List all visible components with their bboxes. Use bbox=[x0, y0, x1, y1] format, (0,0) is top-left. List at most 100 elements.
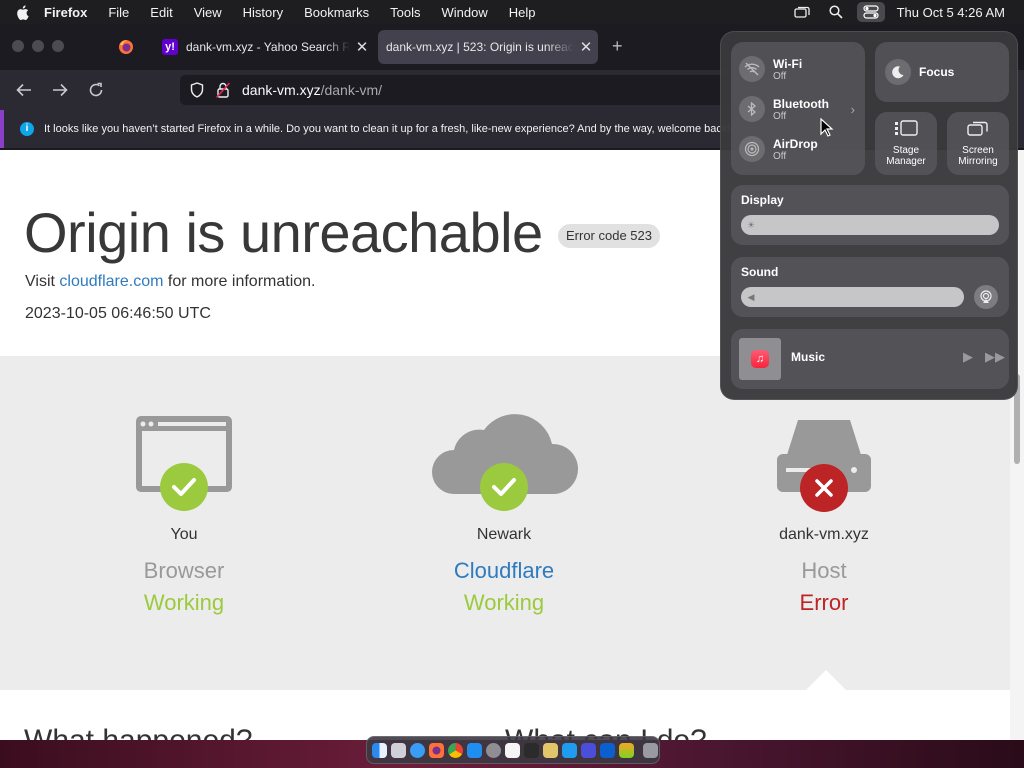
airdrop-label: AirDrop bbox=[773, 136, 818, 151]
close-tab-icon[interactable]: ✕ bbox=[350, 38, 374, 56]
vscode-icon[interactable] bbox=[562, 742, 577, 758]
play-icon[interactable]: ▶ bbox=[963, 349, 973, 365]
screen-mirroring-tile[interactable]: Screen Mirroring bbox=[947, 112, 1009, 175]
trash-icon[interactable] bbox=[643, 742, 658, 758]
what-happened-heading: What happened? bbox=[24, 724, 253, 740]
sound-label: Sound bbox=[741, 265, 779, 279]
airplay-audio-icon[interactable] bbox=[974, 285, 998, 309]
menu-view[interactable]: View bbox=[194, 5, 222, 20]
window-minimize-button[interactable] bbox=[32, 40, 44, 52]
music-app-icon[interactable]: ♫ bbox=[739, 338, 781, 380]
info-icon: i bbox=[20, 122, 34, 136]
now-playing-panel: ♫ Music ▶ ▶▶ bbox=[731, 329, 1009, 389]
menu-window[interactable]: Window bbox=[442, 5, 488, 20]
menu-edit[interactable]: Edit bbox=[150, 5, 172, 20]
menu-file[interactable]: File bbox=[108, 5, 129, 20]
tab-yahoo-search[interactable]: y! dank-vm.xyz - Yahoo Search Re ✕ bbox=[152, 30, 374, 64]
menu-bar: Firefox File Edit View History Bookmarks… bbox=[0, 0, 1024, 24]
firefox-icon[interactable] bbox=[429, 742, 444, 758]
window-zoom-button[interactable] bbox=[52, 40, 64, 52]
status-kind: Browser bbox=[143, 558, 225, 583]
stage-manager-icon bbox=[875, 120, 937, 136]
new-tab-button[interactable]: + bbox=[612, 36, 623, 57]
screen-mirroring-label: Screen Mirroring bbox=[958, 145, 998, 167]
menu-history[interactable]: History bbox=[243, 5, 283, 20]
speaker-icon: ◀ bbox=[747, 291, 755, 302]
launchpad-icon[interactable] bbox=[391, 742, 406, 758]
yahoo-icon: y! bbox=[162, 39, 178, 55]
chevron-right-icon[interactable]: › bbox=[851, 102, 855, 117]
page-title: Origin is unreachable bbox=[24, 201, 543, 264]
status-location: Newark bbox=[476, 526, 532, 543]
status-host: dank-vm.xyz Host Error bbox=[704, 412, 944, 616]
brightness-slider[interactable]: ☀ bbox=[741, 215, 999, 235]
stage-manager-tile[interactable]: Stage Manager bbox=[875, 112, 937, 175]
apple-menu-icon[interactable] bbox=[0, 4, 44, 20]
volume-slider[interactable]: ◀ bbox=[741, 287, 964, 307]
status-cloudflare: Newark Cloudflare Working bbox=[384, 412, 624, 616]
notification-message: It looks like you haven’t started Firefo… bbox=[44, 123, 731, 135]
app-store-icon[interactable] bbox=[467, 742, 482, 758]
tracking-protection-shield-icon[interactable] bbox=[188, 81, 206, 99]
insecure-lock-icon[interactable] bbox=[214, 81, 232, 99]
system-settings-icon[interactable] bbox=[486, 742, 501, 758]
music-label: Music bbox=[791, 350, 826, 364]
status-browser: You Browser Working bbox=[64, 412, 304, 616]
brush-icon[interactable] bbox=[543, 742, 558, 758]
airdrop-toggle[interactable]: AirDrop Off bbox=[739, 136, 818, 162]
visit-line: Visit cloudflare.com for more informatio… bbox=[25, 273, 316, 291]
stage-manager-label: Stage Manager bbox=[886, 145, 926, 167]
reload-icon[interactable] bbox=[86, 80, 106, 100]
url-host: dank-vm.xyz bbox=[242, 82, 321, 98]
tab-origin-unreachable[interactable]: dank-vm.xyz | 523: Origin is unreach ✕ bbox=[378, 30, 598, 64]
chrome-icon[interactable] bbox=[448, 742, 463, 758]
fast-forward-icon[interactable]: ▶▶ bbox=[985, 349, 1005, 365]
tab-title: dank-vm.xyz - Yahoo Search Re bbox=[186, 40, 350, 54]
textedit-icon[interactable] bbox=[505, 742, 520, 758]
sun-icon: ☀ bbox=[746, 219, 756, 230]
window-close-button[interactable] bbox=[12, 40, 24, 52]
control-center-icon[interactable] bbox=[856, 2, 885, 22]
cloudflare-link[interactable]: cloudflare.com bbox=[59, 273, 163, 290]
menu-tools[interactable]: Tools bbox=[390, 5, 420, 20]
pointer-notch bbox=[806, 670, 846, 690]
wifi-toggle[interactable]: Wi-Fi Off bbox=[739, 56, 802, 82]
error-code-badge: Error code 523 bbox=[558, 224, 660, 248]
sound-panel: Sound ◀ bbox=[731, 257, 1009, 317]
menu-clock[interactable]: Thu Oct 5 4:26 AM bbox=[897, 5, 1005, 20]
status-state: Working bbox=[463, 590, 545, 615]
utility-app-icon[interactable] bbox=[619, 742, 634, 758]
visual-studio-icon[interactable] bbox=[581, 742, 596, 758]
url-path: /dank-vm/ bbox=[320, 82, 383, 98]
screen-mirroring-icon bbox=[947, 120, 1009, 136]
screen-mirroring-status-icon[interactable] bbox=[785, 0, 819, 24]
focus-tile[interactable]: Focus bbox=[875, 42, 1009, 102]
status-state: Error bbox=[799, 590, 849, 615]
server-icon bbox=[777, 420, 871, 512]
status-location: You bbox=[170, 526, 198, 543]
onedrive-icon[interactable] bbox=[600, 742, 615, 758]
error-timestamp: 2023-10-05 06:46:50 UTC bbox=[25, 305, 211, 322]
status-kind[interactable]: Cloudflare bbox=[384, 558, 624, 584]
visit-suffix: for more information. bbox=[163, 273, 316, 290]
back-arrow-icon[interactable] bbox=[14, 80, 34, 100]
finder-icon[interactable] bbox=[372, 742, 387, 758]
menu-help[interactable]: Help bbox=[509, 5, 536, 20]
bluetooth-icon[interactable] bbox=[739, 96, 765, 122]
menu-app-name[interactable]: Firefox bbox=[44, 5, 87, 20]
bluetooth-label: Bluetooth bbox=[773, 96, 829, 111]
close-tab-icon[interactable]: ✕ bbox=[574, 38, 598, 56]
airdrop-icon[interactable] bbox=[739, 136, 765, 162]
address-bar[interactable]: dank-vm.xyz/dank-vm/ bbox=[180, 75, 780, 105]
firefox-view-icon[interactable] bbox=[118, 39, 134, 60]
forward-arrow-icon[interactable] bbox=[50, 80, 70, 100]
bluetooth-toggle[interactable]: Bluetooth Off bbox=[739, 96, 829, 122]
tab-title: dank-vm.xyz | 523: Origin is unreach bbox=[386, 40, 574, 54]
terminal-icon[interactable] bbox=[524, 742, 539, 758]
wifi-state: Off bbox=[773, 70, 787, 82]
menu-bookmarks[interactable]: Bookmarks bbox=[304, 5, 369, 20]
safari-icon[interactable] bbox=[410, 742, 425, 758]
browser-window-icon bbox=[136, 416, 232, 511]
wifi-off-icon[interactable] bbox=[739, 56, 765, 82]
spotlight-search-icon[interactable] bbox=[819, 0, 853, 24]
